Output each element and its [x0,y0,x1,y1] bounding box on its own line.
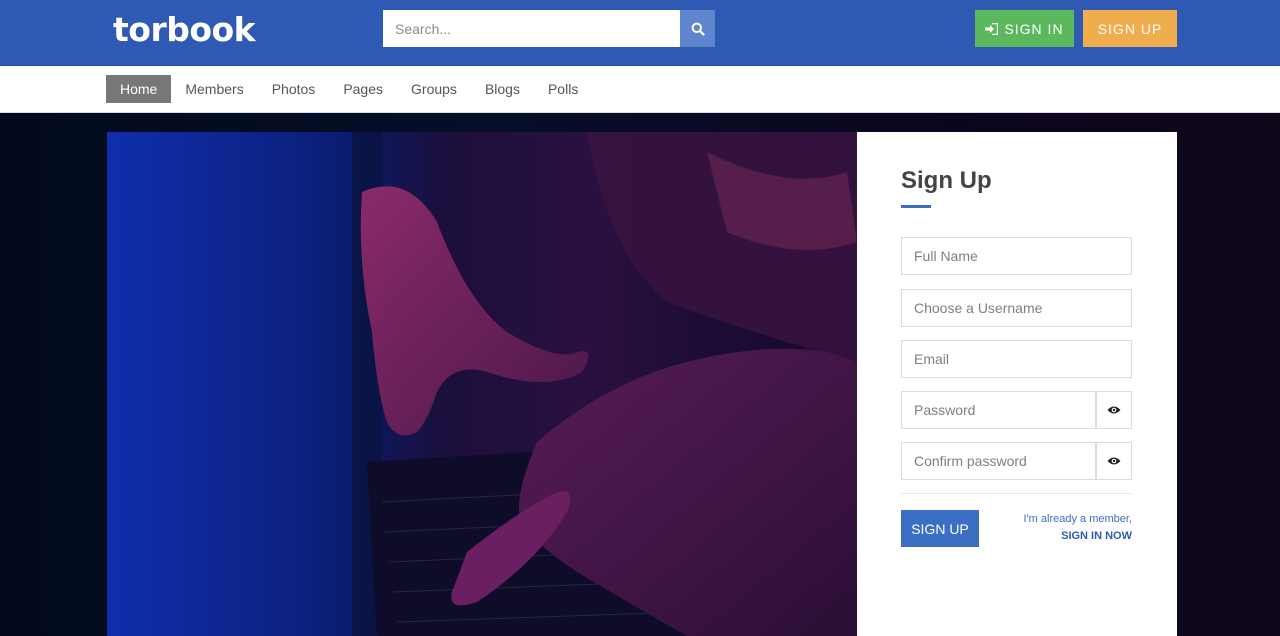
search-icon [691,22,705,36]
username-field[interactable] [901,289,1132,327]
confirm-password-visibility-toggle[interactable] [1096,442,1132,480]
search-bar [383,10,715,47]
eye-icon [1107,406,1121,414]
full-name-field[interactable] [901,237,1132,275]
search-input[interactable] [383,10,680,47]
nav-item-blogs[interactable]: Blogs [471,75,534,103]
eye-icon [1107,457,1121,465]
nav-item-groups[interactable]: Groups [397,75,471,103]
sign-in-label: SIGN IN [1004,20,1064,37]
hands-typing-illustration [107,132,857,636]
password-field[interactable] [901,391,1096,429]
signup-panel: Sign Up SIGN UP I'm already a member, SI… [857,132,1177,636]
sign-up-label: SIGN UP [1097,20,1163,37]
sign-in-button[interactable]: SIGN IN [975,10,1074,47]
sign-in-icon [985,22,999,35]
already-member-text: I'm already a member, [1023,513,1132,525]
signup-submit-button[interactable]: SIGN UP [901,510,979,547]
nav-item-polls[interactable]: Polls [534,75,592,103]
password-visibility-toggle[interactable] [1096,391,1132,429]
confirm-password-field[interactable] [901,442,1096,480]
nav-item-pages[interactable]: Pages [329,75,397,103]
search-button[interactable] [680,10,715,47]
nav-item-members[interactable]: Members [171,75,257,103]
sign-up-button[interactable]: SIGN UP [1083,10,1177,47]
main-nav-bar: Home Members Photos Pages Groups Blogs P… [0,66,1280,113]
signup-title: Sign Up [901,167,992,194]
nav-item-home[interactable]: Home [106,75,172,103]
sign-in-now-link[interactable]: SIGN IN NOW [1061,530,1132,542]
top-header: torbook SIGN IN SIGN UP [0,0,1280,66]
site-logo[interactable]: torbook [113,10,256,49]
hero-image [107,132,857,636]
email-field[interactable] [901,340,1132,378]
title-underline [901,205,931,208]
nav-item-photos[interactable]: Photos [258,75,330,103]
form-divider [901,493,1132,494]
main-nav: Home Members Photos Pages Groups Blogs P… [106,75,592,103]
